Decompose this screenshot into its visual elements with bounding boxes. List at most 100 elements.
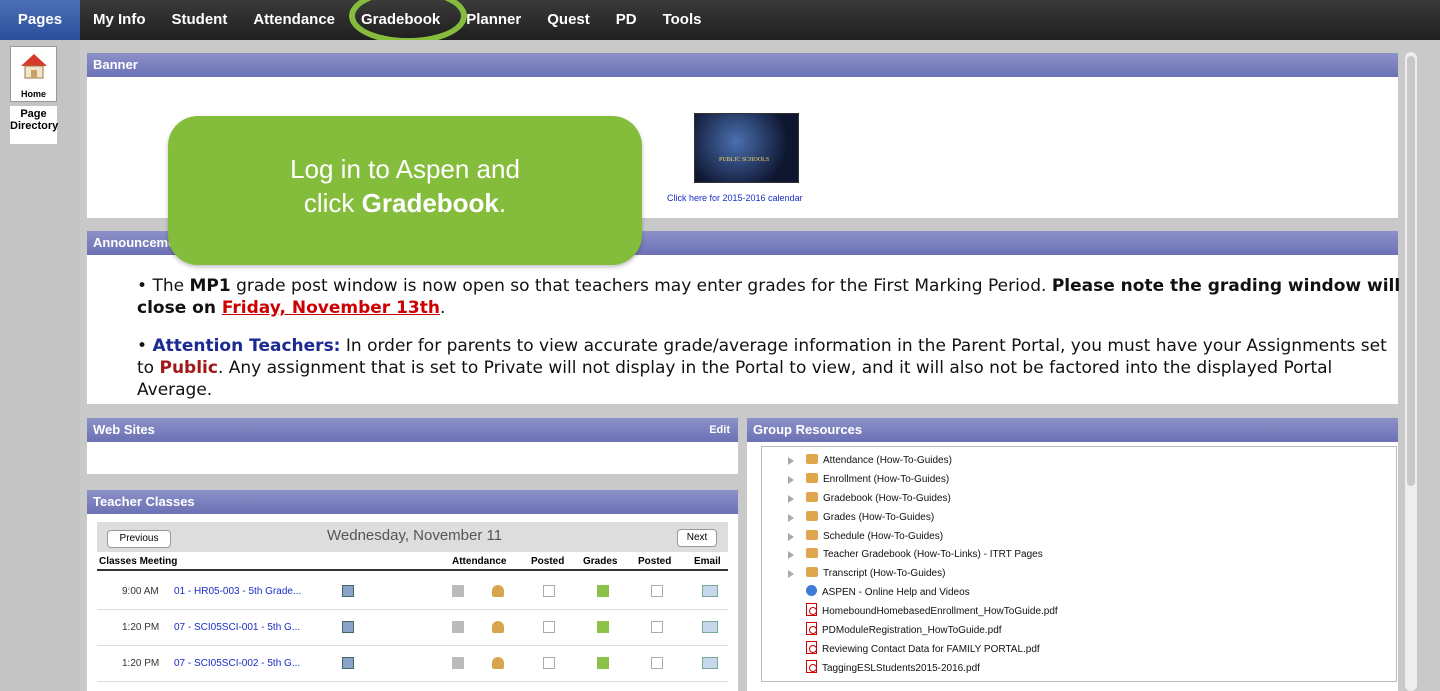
pdf-icon bbox=[806, 660, 817, 673]
tab-my-info[interactable]: My Info bbox=[80, 0, 159, 40]
attendance-posted-checkbox[interactable] bbox=[543, 621, 555, 633]
tab-quest[interactable]: Quest bbox=[534, 0, 603, 40]
email-icon[interactable] bbox=[702, 621, 718, 633]
folder-icon bbox=[806, 492, 818, 502]
instruction-callout: Log in to Aspen and click Gradebook. bbox=[168, 116, 642, 265]
banner-image-text: PUBLIC SCHOOLS bbox=[719, 157, 770, 163]
email-icon[interactable] bbox=[702, 657, 718, 669]
scrollbar-thumb[interactable] bbox=[1407, 56, 1415, 486]
attendance-people-icon[interactable] bbox=[492, 621, 504, 633]
tab-tools[interactable]: Tools bbox=[650, 0, 715, 40]
table-row: 1:20 PM 07 - SCI05SCI-001 - 5th G... bbox=[97, 610, 728, 646]
folder-icon bbox=[806, 548, 818, 558]
table-row: 1:20 PM 07 - SCI05SCI-002 - 5th G... bbox=[97, 646, 728, 682]
previous-button[interactable]: Previous bbox=[107, 530, 171, 548]
email-icon[interactable] bbox=[702, 585, 718, 597]
date-navigation-bar: Previous Wednesday, November 11 Next bbox=[97, 522, 728, 552]
announcement-attention: • Attention Teachers: In order for paren… bbox=[137, 336, 1387, 400]
group-resources-panel: Group Resources Attendance (How-To-Guide… bbox=[747, 418, 1398, 691]
school-banner-image: PUBLIC SCHOOLS bbox=[694, 113, 799, 183]
col-posted-attendance: Posted bbox=[531, 556, 565, 567]
next-button[interactable]: Next bbox=[677, 529, 717, 547]
class-details-icon[interactable] bbox=[342, 585, 354, 597]
deadline-link[interactable]: Friday, November 13th bbox=[222, 298, 440, 318]
teacher-classes-panel: Teacher Classes Previous Wednesday, Nove… bbox=[87, 490, 738, 691]
expand-triangle-icon[interactable] bbox=[788, 514, 794, 522]
attendance-posted-checkbox[interactable] bbox=[543, 657, 555, 669]
class-link[interactable]: 07 - SCI05SCI-001 - 5th G... bbox=[174, 622, 300, 633]
attendance-people-icon[interactable] bbox=[492, 585, 504, 597]
resource-link[interactable]: ASPEN - Online Help and Videos bbox=[806, 585, 970, 601]
expand-triangle-icon[interactable] bbox=[788, 495, 794, 503]
class-link[interactable]: 01 - HR05-003 - 5th Grade... bbox=[174, 586, 301, 597]
attendance-people-icon[interactable] bbox=[492, 657, 504, 669]
attendance-list-icon[interactable] bbox=[452, 657, 464, 669]
class-link[interactable]: 07 - SCI05SCI-002 - 5th G... bbox=[174, 658, 300, 669]
resource-file[interactable]: TaggingESLStudents2015-2016.pdf bbox=[806, 660, 980, 676]
table-row: 9:00 AM 01 - HR05-003 - 5th Grade... bbox=[97, 574, 728, 610]
announcement-mp1: • The MP1 grade post window is now open … bbox=[137, 276, 1401, 318]
tab-pd[interactable]: PD bbox=[603, 0, 650, 40]
class-details-icon[interactable] bbox=[342, 621, 354, 633]
tab-pages[interactable]: Pages bbox=[0, 0, 80, 40]
grades-icon[interactable] bbox=[597, 621, 609, 633]
banner-header: Banner bbox=[87, 53, 1398, 77]
folder-icon bbox=[806, 473, 818, 483]
col-posted-grades: Posted bbox=[638, 556, 672, 567]
resource-file[interactable]: HomeboundHomebasedEnrollment_HowToGuide.… bbox=[806, 603, 1058, 619]
grades-posted-checkbox[interactable] bbox=[651, 585, 663, 597]
attendance-posted-checkbox[interactable] bbox=[543, 585, 555, 597]
left-sidebar: Home Page Directory bbox=[0, 40, 80, 691]
resource-folder[interactable]: Transcript (How-To-Guides) bbox=[788, 566, 945, 582]
col-grades: Grades bbox=[583, 556, 618, 567]
group-resources-header: Group Resources bbox=[747, 418, 1398, 442]
house-icon bbox=[20, 54, 47, 79]
resource-folder[interactable]: Gradebook (How-To-Guides) bbox=[788, 491, 951, 507]
col-classes-meeting: Classes Meeting bbox=[99, 556, 178, 567]
col-attendance: Attendance bbox=[452, 556, 507, 567]
expand-triangle-icon[interactable] bbox=[788, 476, 794, 484]
class-time: 1:20 PM bbox=[122, 658, 160, 669]
expand-triangle-icon[interactable] bbox=[788, 457, 794, 465]
resource-folder[interactable]: Enrollment (How-To-Guides) bbox=[788, 472, 949, 488]
home-button[interactable]: Home bbox=[10, 46, 57, 102]
expand-triangle-icon[interactable] bbox=[788, 570, 794, 578]
classes-table-header: Classes Meeting Attendance Posted Grades… bbox=[97, 553, 728, 571]
grades-icon[interactable] bbox=[597, 657, 609, 669]
attendance-list-icon[interactable] bbox=[452, 585, 464, 597]
expand-triangle-icon[interactable] bbox=[788, 533, 794, 541]
class-time: 1:20 PM bbox=[122, 622, 160, 633]
callout-line1: Log in to Aspen and bbox=[290, 154, 520, 184]
folder-icon bbox=[806, 511, 818, 521]
grades-posted-checkbox[interactable] bbox=[651, 657, 663, 669]
websites-panel: Web Sites Edit bbox=[87, 418, 738, 474]
expand-triangle-icon[interactable] bbox=[788, 551, 794, 559]
websites-edit-link[interactable]: Edit bbox=[709, 418, 730, 442]
grades-icon[interactable] bbox=[597, 585, 609, 597]
vertical-scrollbar[interactable] bbox=[1405, 52, 1417, 691]
websites-header: Web Sites Edit bbox=[87, 418, 738, 442]
folder-icon bbox=[806, 567, 818, 577]
tab-attendance[interactable]: Attendance bbox=[240, 0, 348, 40]
pdf-icon bbox=[806, 641, 817, 654]
folder-icon bbox=[806, 454, 818, 464]
callout-line2: click Gradebook. bbox=[303, 188, 507, 218]
page-directory-label-line2: Directory bbox=[10, 120, 59, 132]
class-details-icon[interactable] bbox=[342, 657, 354, 669]
col-email: Email bbox=[694, 556, 721, 567]
resource-folder[interactable]: Grades (How-To-Guides) bbox=[788, 510, 934, 526]
class-time: 9:00 AM bbox=[122, 586, 159, 597]
resource-folder[interactable]: Teacher Gradebook (How-To-Links) - ITRT … bbox=[788, 547, 1043, 563]
attendance-list-icon[interactable] bbox=[452, 621, 464, 633]
resource-folder[interactable]: Attendance (How-To-Guides) bbox=[788, 453, 952, 469]
grades-posted-checkbox[interactable] bbox=[651, 621, 663, 633]
current-date: Wednesday, November 11 bbox=[327, 527, 503, 544]
home-label: Home bbox=[20, 89, 46, 99]
resource-folder[interactable]: Schedule (How-To-Guides) bbox=[788, 529, 943, 545]
calendar-link[interactable]: Click here for 2015-2016 calendar bbox=[667, 193, 803, 203]
aspen-app: Pages My Info Student Attendance Gradebo… bbox=[0, 0, 1440, 691]
resource-file[interactable]: Reviewing Contact Data for FAMILY PORTAL… bbox=[806, 641, 1040, 657]
page-directory-button[interactable]: Page Directory bbox=[10, 106, 59, 144]
resource-file[interactable]: PDModuleRegistration_HowToGuide.pdf bbox=[806, 622, 1002, 638]
tab-student[interactable]: Student bbox=[159, 0, 241, 40]
